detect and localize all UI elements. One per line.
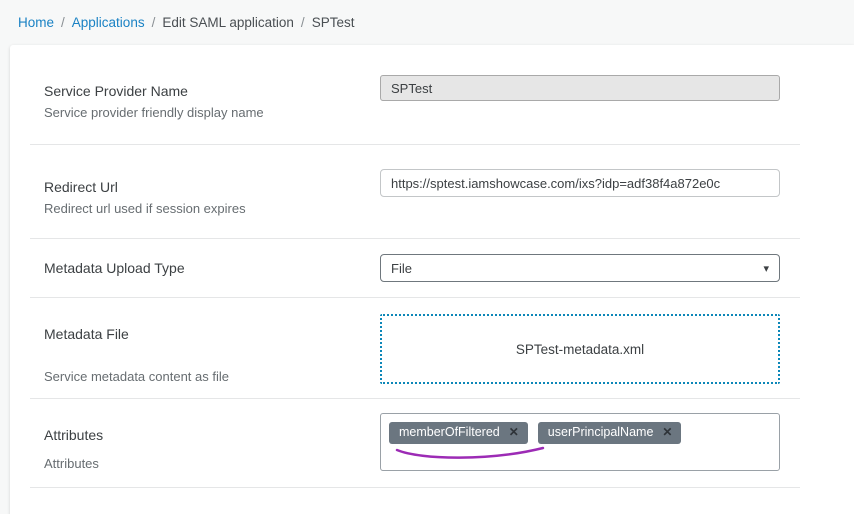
metadata-upload-type-label: Metadata Upload Type [44,260,380,276]
attribute-chip-label: userPrincipalName [548,426,654,439]
metadata-file-label: Metadata File [44,326,380,342]
redirect-url-label: Redirect Url [44,179,380,195]
metadata-upload-type-select[interactable]: File ▾ [380,254,780,282]
redirect-url-input[interactable] [380,169,780,197]
metadata-upload-type-row: Metadata Upload Type File ▾ [30,239,800,298]
annotation-underline [391,444,551,464]
breadcrumb-separator: / [152,15,156,30]
breadcrumb-link-home[interactable]: Home [18,15,54,30]
attributes-label: Attributes [44,427,380,443]
attribute-chip-label: memberOfFiltered [399,426,500,439]
attributes-chips-field[interactable]: memberOfFiltered ✕ userPrincipalName ✕ [380,413,780,471]
metadata-file-name: SPTest-metadata.xml [516,342,644,357]
redirect-url-help: Redirect url used if session expires [44,201,380,216]
metadata-file-row: Metadata File Service metadata content a… [30,298,800,399]
service-provider-name-help: Service provider friendly display name [44,105,380,120]
metadata-file-dropzone[interactable]: SPTest-metadata.xml [380,314,780,384]
attributes-help: Attributes [44,456,380,471]
service-provider-name-input[interactable] [380,75,780,101]
edit-saml-application-form: Service Provider Name Service provider f… [10,45,854,514]
attributes-row: Attributes Attributes memberOfFiltered ✕… [30,399,800,488]
service-provider-name-row: Service Provider Name Service provider f… [30,45,800,145]
attribute-chip: userPrincipalName ✕ [538,422,682,444]
remove-chip-icon[interactable]: ✕ [662,426,672,438]
service-provider-name-label: Service Provider Name [44,83,380,99]
redirect-url-row: Redirect Url Redirect url used if sessio… [30,145,800,239]
attribute-chip: memberOfFiltered ✕ [389,422,528,444]
remove-chip-icon[interactable]: ✕ [509,426,519,438]
breadcrumb-item-sptest: SPTest [312,15,355,30]
metadata-upload-type-value: File [391,261,412,276]
breadcrumb-separator: / [301,15,305,30]
breadcrumb-link-applications[interactable]: Applications [72,15,145,30]
breadcrumb-item-edit-saml-application: Edit SAML application [162,15,294,30]
chevron-down-icon: ▾ [763,262,769,275]
breadcrumb: Home / Applications / Edit SAML applicat… [0,0,854,42]
breadcrumb-separator: / [61,15,65,30]
metadata-file-help: Service metadata content as file [44,369,380,384]
